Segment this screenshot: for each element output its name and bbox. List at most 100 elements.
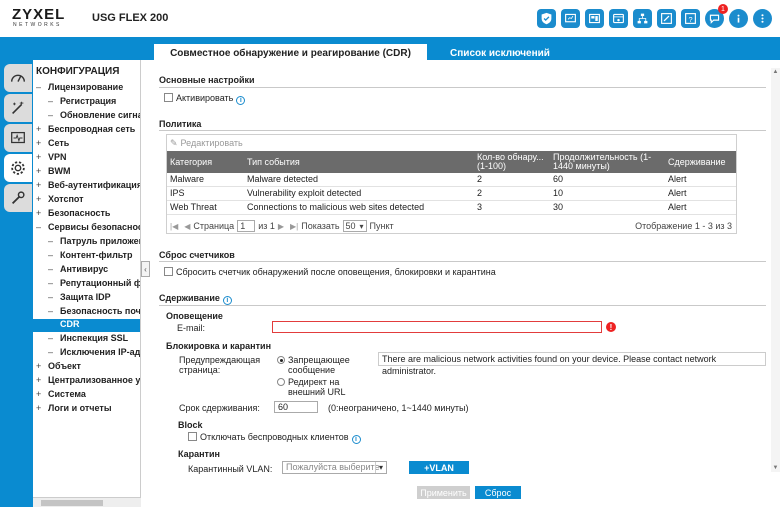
device-model: USG FLEX 200 bbox=[92, 12, 169, 24]
nav-item-system[interactable]: + Система bbox=[36, 389, 86, 403]
disconnect-info-icon[interactable]: i bbox=[351, 435, 361, 444]
cell-count: 2 bbox=[477, 188, 483, 198]
quarantine-vlan-placeholder: Пожалуйста выберите bbox=[286, 462, 380, 472]
nav-item-ip-exceptions[interactable]: –Исключения IP-адресов bbox=[48, 347, 140, 361]
edit-button[interactable]: Редактировать bbox=[181, 138, 243, 148]
security-shield-icon[interactable] bbox=[537, 9, 556, 28]
hold-time-hint: (0:неограничено, 1~1440 минуты) bbox=[328, 403, 469, 413]
nav-item-antivirus[interactable]: – Антивирус bbox=[48, 264, 108, 278]
radio-forbid[interactable] bbox=[277, 356, 285, 364]
radio-redirect-option[interactable]: Редирект на внешний URL bbox=[277, 377, 377, 397]
config-nav-tree: КОНФИГУРАЦИЯ – Лицензирование – Регистраци… bbox=[33, 60, 141, 507]
col-event-type[interactable]: Тип события bbox=[247, 151, 300, 173]
chevron-down-icon: ▾ bbox=[375, 462, 386, 473]
nav-item-bwm[interactable]: + BWM bbox=[36, 166, 71, 180]
cloud-icon[interactable] bbox=[609, 9, 628, 28]
info-icon[interactable] bbox=[729, 9, 748, 28]
tab-exception-list[interactable]: Список исключений bbox=[440, 43, 560, 63]
nav-item-wireless[interactable]: + Беспроводная сеть bbox=[36, 124, 135, 138]
page-size-select[interactable]: 50 bbox=[342, 220, 367, 232]
tools-icon[interactable] bbox=[657, 9, 676, 28]
network-icon[interactable] bbox=[633, 9, 652, 28]
radio-redirect[interactable] bbox=[277, 378, 285, 386]
nav-item-licensing[interactable]: – Лицензирование bbox=[36, 82, 123, 96]
containment-info-icon[interactable]: i bbox=[222, 296, 232, 305]
notification-icon[interactable]: 1 bbox=[705, 4, 728, 28]
divider bbox=[159, 261, 766, 262]
configuration-nav-icon[interactable] bbox=[4, 154, 32, 182]
scroll-down-icon[interactable]: ▼ bbox=[772, 465, 779, 471]
table-row[interactable]: Web Threat Connections to malicious web … bbox=[167, 201, 736, 215]
nav-item-cdr[interactable]: CDR bbox=[33, 319, 140, 332]
quarantine-vlan-label: Карантинный VLAN: bbox=[188, 464, 273, 474]
reset-button[interactable]: Сброс bbox=[475, 486, 521, 499]
col-containment[interactable]: Сдерживание bbox=[668, 151, 726, 173]
nav-item-object[interactable]: + Объект bbox=[36, 361, 81, 375]
hold-time-input[interactable]: 60 bbox=[274, 401, 318, 413]
monitor-nav-icon[interactable] bbox=[4, 124, 32, 152]
monitor-icon[interactable] bbox=[561, 9, 580, 28]
divider bbox=[159, 305, 766, 306]
email-label: E-mail: bbox=[177, 323, 206, 333]
cell-category: IPS bbox=[170, 188, 185, 198]
dashboard-icon[interactable] bbox=[585, 9, 604, 28]
activate-checkbox[interactable] bbox=[164, 93, 173, 102]
nav-item-mail-security[interactable]: –Безопасность почты bbox=[48, 306, 140, 320]
containment-title: Сдерживание i bbox=[159, 293, 232, 305]
sidebar-horizontal-scrollbar[interactable] bbox=[33, 497, 141, 507]
nav-item-registration[interactable]: – Регистрация bbox=[48, 96, 116, 110]
activate-label: Активировать bbox=[176, 93, 234, 103]
table-pagination: |◀ ◀ Страница 1 из 1 ▶ ▶| Показать 50 Пу… bbox=[167, 218, 736, 234]
activate-info-icon[interactable]: i bbox=[236, 96, 246, 105]
wizard-nav-icon[interactable] bbox=[4, 94, 32, 122]
page-input[interactable]: 1 bbox=[237, 220, 256, 232]
nav-item-content-filter[interactable]: – Контент-фильтр bbox=[48, 250, 132, 264]
col-duration[interactable]: Продолжительность (1-1440 минуты) bbox=[553, 151, 653, 173]
quarantine-vlan-select[interactable]: Пожалуйста выберите ▾ bbox=[282, 461, 387, 474]
table-row[interactable]: IPS Vulnerability exploit detected 2 10 … bbox=[167, 187, 736, 201]
scroll-up-icon[interactable]: ▲ bbox=[772, 69, 779, 75]
nav-item-security[interactable]: + Безопасность bbox=[36, 208, 110, 222]
nav-item-security-services[interactable]: –Сервисы безопасности bbox=[36, 222, 140, 236]
scrollbar-thumb[interactable] bbox=[41, 500, 103, 506]
disconnect-wireless-label: Отключать беспроводных клиентов bbox=[200, 432, 349, 442]
next-page-icon[interactable]: ▶ bbox=[278, 222, 284, 231]
warning-message-input[interactable]: There are malicious network activities f… bbox=[378, 352, 766, 376]
prev-page-icon[interactable]: ◀ bbox=[184, 222, 190, 231]
cell-duration: 60 bbox=[553, 174, 564, 184]
collapse-sidebar-button[interactable]: ‹ bbox=[141, 261, 150, 277]
nav-item-idp[interactable]: – Защита IDP bbox=[48, 292, 111, 306]
item-label: Пункт bbox=[369, 221, 394, 231]
main-vertical-scrollbar[interactable]: ▲ ▼ bbox=[771, 68, 780, 472]
tab-cdr[interactable]: Совместное обнаружение и реагирование (C… bbox=[154, 43, 427, 63]
nav-item-central-management[interactable]: +Централизованное управление bbox=[36, 375, 140, 389]
nav-item-vpn[interactable]: + VPN bbox=[36, 152, 67, 166]
dashboard-nav-icon[interactable] bbox=[4, 64, 32, 92]
nav-item-reputation-filter[interactable]: –Репутационный фильтр bbox=[48, 278, 140, 292]
col-category[interactable]: Категория bbox=[170, 151, 212, 173]
first-page-icon[interactable]: |◀ bbox=[170, 222, 178, 231]
col-detection-count[interactable]: Кол-во обнару... (1-100) bbox=[477, 151, 547, 173]
apply-button[interactable]: Применить bbox=[417, 486, 470, 499]
top-header: ZYXEL NETWORKS USG FLEX 200 ? 1 bbox=[0, 0, 780, 37]
nav-item-ssl-inspection[interactable]: – Инспекция SSL bbox=[48, 333, 128, 347]
nav-item-network[interactable]: + Сеть bbox=[36, 138, 69, 152]
nav-item-app-patrol[interactable]: –Патруль приложений bbox=[48, 236, 140, 250]
nav-item-signature-update[interactable]: –Обновление сигнатур bbox=[48, 110, 140, 124]
table-row[interactable]: Malware Malware detected 2 60 Alert bbox=[167, 173, 736, 187]
radio-forbid-option[interactable]: Запрещающее сообщение bbox=[277, 355, 367, 375]
nav-item-hotspot[interactable]: + Хотспот bbox=[36, 194, 84, 208]
nav-item-web-auth[interactable]: + Веб-аутентификация bbox=[36, 180, 140, 194]
help-icon[interactable]: ? bbox=[681, 9, 700, 28]
more-icon[interactable] bbox=[753, 9, 772, 28]
nav-item-logs-reports[interactable]: + Логи и отчеты bbox=[36, 403, 112, 417]
last-page-icon[interactable]: ▶| bbox=[290, 222, 298, 231]
email-input[interactable] bbox=[272, 321, 602, 333]
disconnect-wireless-checkbox[interactable] bbox=[188, 432, 197, 441]
cell-event-type: Malware detected bbox=[247, 174, 319, 184]
error-icon: ! bbox=[606, 322, 616, 332]
maintenance-nav-icon[interactable] bbox=[4, 184, 32, 212]
cell-duration: 10 bbox=[553, 188, 564, 198]
add-vlan-button[interactable]: +VLAN bbox=[409, 461, 469, 474]
reset-counter-checkbox[interactable] bbox=[164, 267, 173, 276]
